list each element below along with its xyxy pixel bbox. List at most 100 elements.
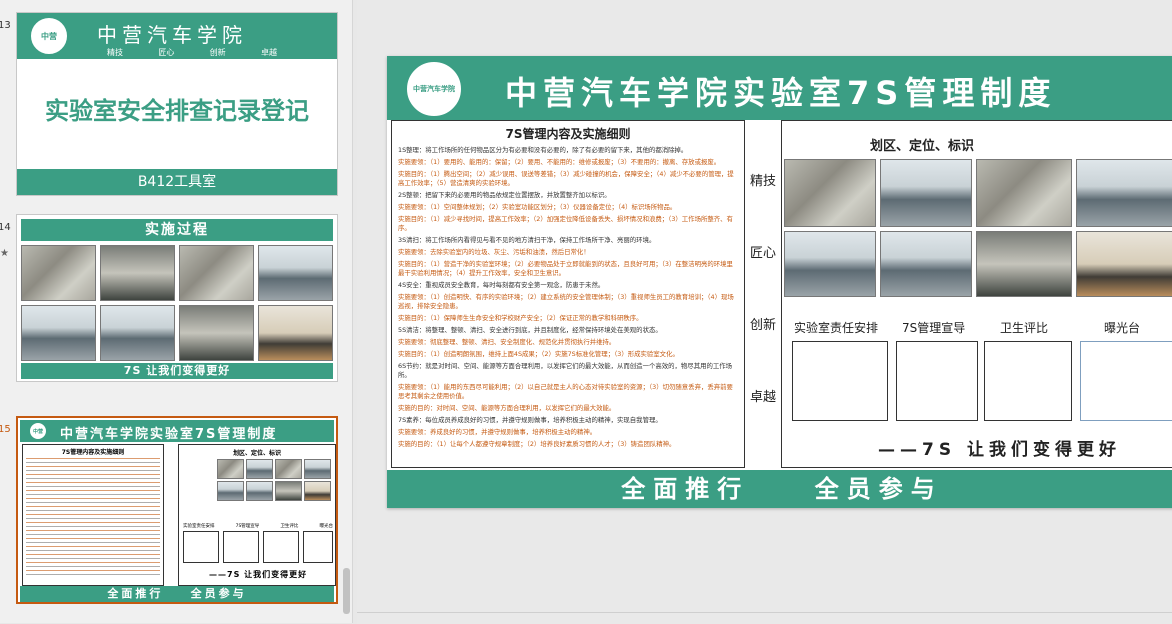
motto: 卓越 <box>260 48 277 57</box>
motto: 创新 <box>209 48 226 57</box>
detail-paragraph: 1S整理：将工作场所的任何物品区分为有必要和没有必要的，除了有必要的留下来，其他… <box>398 146 688 154</box>
detail-paragraph: 实施要领：（1）创造明快、有序的实验环境；（2）建立系统的安全管理体制；（3）重… <box>398 293 734 310</box>
zone-title: 划区、定位、标识 <box>232 450 281 457</box>
label: 曝光台 <box>319 524 333 529</box>
detail-paragraph: 实施目的：（1）营造干净的实验室环境；（2）必要物品处于立即就能到的状态，且良好… <box>398 260 733 277</box>
slide-editor-area[interactable]: 中营汽车学院 中营汽车学院实验室7S管理制度 7S管理内容及实施细则 1S整理：… <box>357 0 1172 623</box>
detail-paragraph: 7S素养：每位成员养成良好的习惯，并遵守规则做事，培养积极主动的精神，实现自我管… <box>398 416 662 424</box>
exposure-box <box>1080 341 1172 421</box>
detail-paragraph: 实施目的：（1）创造明朗氛围，维持上面4S成果；（2）实施7S标准化管理；（3）… <box>398 350 679 358</box>
thumb-header: 中营 中营汽车学院 精技 匠心 创新 卓越 <box>17 13 337 59</box>
detail-paragraph: 实施目的：（1）腾出空间；（2）减少误用、误送等差错；（3）减少碰撞的机会，保障… <box>398 170 734 187</box>
slide-thumbnail-15[interactable]: 中营 中营汽车学院实验室7S管理制度 7S管理内容及实施细则 划区、定位、标识 … <box>16 416 338 604</box>
motto: 匠心 <box>158 48 175 57</box>
school-logo-icon: 中营 <box>28 421 48 441</box>
slogan: ——7S 让我们变得更好 <box>209 570 308 579</box>
thumb-footer: 全面推行 全员参与 <box>20 586 334 602</box>
hygiene-box <box>984 341 1072 421</box>
photo <box>1076 159 1172 227</box>
label-row: 实验室责任安排 7S管理宣导 卫生评比 曝光台 <box>183 523 333 529</box>
section-title: 7S管理内容及实施细则 <box>505 127 631 141</box>
motto: 创新 <box>749 318 776 333</box>
photo <box>258 305 333 361</box>
photo <box>217 459 244 479</box>
thumb-header: 实施过程 <box>21 219 333 241</box>
zone-box: 划区、定位、标识 实验室责任安排 7S管理宣导 卫生评比 曝光台 ——7S 让我… <box>178 444 336 586</box>
detail-paragraph: 实施要领：（1）要用的、能用的：保留；（2）要用、不能用的：维修或报废；（3）不… <box>398 158 721 166</box>
label-exposure: 曝光台 <box>1104 321 1141 335</box>
photo <box>304 481 331 501</box>
room-label: B412工具室 <box>17 169 337 195</box>
slide-footer: 全面推行 全员参与 <box>387 470 1172 508</box>
slide-thumbnail-14[interactable]: 实施过程 7S 让我们变得更好 <box>16 214 338 382</box>
detail-paragraph: 5S清洁：将整理、整顿、清扫、安全进行到底，并且制度化，经常保持环境处在美观的状… <box>398 326 662 334</box>
scrollbar-thumb[interactable] <box>343 568 350 614</box>
photo <box>275 481 302 501</box>
label-responsibility: 实验室责任安排 <box>794 321 879 335</box>
label-hygiene: 卫生评比 <box>1000 321 1049 335</box>
detail-paragraph: 实施目的：（1）保障师生生命安全和学校财产安全；（2）保证正常的教学和科研秩序。 <box>398 314 643 322</box>
photo <box>880 231 972 297</box>
label-promotion: 7S管理宣导 <box>902 321 966 335</box>
thumb-footer: 7S 让我们变得更好 <box>21 363 333 379</box>
photo <box>258 245 333 301</box>
photo <box>976 231 1072 297</box>
photo <box>179 245 254 301</box>
school-logo-icon: 中营 <box>29 16 69 56</box>
photo <box>784 159 876 227</box>
slide-title: 中营汽车学院实验室7S管理制度 <box>505 74 1057 112</box>
photo <box>21 305 96 361</box>
detail-box: 7S管理内容及实施细则 <box>22 444 164 586</box>
slide-header: 中营汽车学院 中营汽车学院实验室7S管理制度 <box>387 56 1172 120</box>
detail-paragraph: 实施的目的：对时间、空间、能源等方面合理利用，以发挥它们的最大效能。 <box>398 404 616 412</box>
zone-title: 划区、定位、标识 <box>869 139 974 154</box>
blank-box <box>263 531 299 563</box>
detail-paragraph: 实施要领：养成良好的习惯，并遵守规则做事，培养积极主动的精神。 <box>398 428 597 436</box>
blank-box <box>223 531 259 563</box>
current-slide[interactable]: 中营汽车学院 中营汽车学院实验室7S管理制度 7S管理内容及实施细则 1S整理：… <box>387 56 1172 508</box>
motto: 匠心 <box>749 246 776 261</box>
slogan: ——7S 让我们变得更好 <box>878 440 1121 460</box>
detail-paragraph: 3S清扫：将工作场所内看得见与看不见的地方清扫干净，保持工作场所干净、亮丽的环境… <box>398 236 656 244</box>
detail-box: 7S管理内容及实施细则 1S整理：将工作场所的任何物品区分为有必要和没有必要的，… <box>391 120 745 468</box>
photo <box>880 159 972 227</box>
thumb-title: 中营汽车学院实验室7S管理制度 <box>60 427 278 442</box>
detail-paragraph: 实施要领：去除实验室内的垃圾、灰尘、污垢和油渍，然后日常化！ <box>398 248 590 256</box>
slide-number: 14 <box>0 222 11 233</box>
detail-paragraph: 实施要领：彻底整理、整顿、清扫、安全制度化、规范化并贯彻执行并维持。 <box>398 338 616 346</box>
photo <box>784 231 876 297</box>
logo-text: 中营汽车学院 <box>413 85 455 93</box>
detail-paragraph: 实施目的：（1）减少寻找时间，提高工作效率；（2）加强定位降低设备丢失、损坏情况… <box>398 215 733 232</box>
section-title: 7S管理内容及实施细则 <box>61 449 125 456</box>
star-icon: ★ <box>0 248 9 259</box>
blank-box <box>183 531 219 563</box>
label: 卫生评比 <box>280 524 299 529</box>
motto: 卓越 <box>749 390 776 405</box>
label: 7S管理宣导 <box>235 524 260 529</box>
photo <box>976 159 1072 227</box>
slide-thumbnail-panel[interactable]: 13 中营 中营汽车学院 精技 匠心 创新 卓越 实验室安全排查记录登记 B41… <box>0 0 353 623</box>
photo <box>275 459 302 479</box>
motto-column: 精技 匠心 创新 卓越 <box>749 174 777 430</box>
blank-box <box>303 531 333 563</box>
promotion-box <box>896 341 978 421</box>
photo <box>304 459 331 479</box>
photo <box>100 305 175 361</box>
detail-paragraph: 4S安全：重视成员安全教育，每时每刻都有安全第一观念，防患于未然。 <box>398 281 605 289</box>
detail-text-lines <box>26 458 160 578</box>
zone-box: 划区、定位、标识 实验室责任安排 7S管理宣导 卫生评比 曝光台 ——7S 让我… <box>781 120 1172 468</box>
motto-row: 精技 匠心 创新 卓越 <box>107 47 277 58</box>
responsibility-box <box>792 341 888 421</box>
detail-paragraph: 2S整顿：把留下来的必要用的物品依规定位置摆放，并放置整齐加以标识。 <box>398 191 611 199</box>
detail-paragraph: 实施的目的：（1）让每个人都遵守规章制度；（2）培养良好素质习惯的人才；（3）铸… <box>398 440 676 448</box>
photo <box>217 481 244 501</box>
photo <box>246 481 273 501</box>
slide-number: 13 <box>0 20 11 31</box>
notes-bar[interactable] <box>357 612 1172 624</box>
thumb-title: 实验室安全排查记录登记 <box>45 97 309 125</box>
slide-thumbnail-13[interactable]: 中营 中营汽车学院 精技 匠心 创新 卓越 实验室安全排查记录登记 B412工具… <box>16 12 338 196</box>
motto: 精技 <box>749 174 776 189</box>
label: 实验室责任安排 <box>183 524 215 529</box>
thumb-header: 中营 中营汽车学院实验室7S管理制度 <box>20 420 334 442</box>
photo <box>100 245 175 301</box>
